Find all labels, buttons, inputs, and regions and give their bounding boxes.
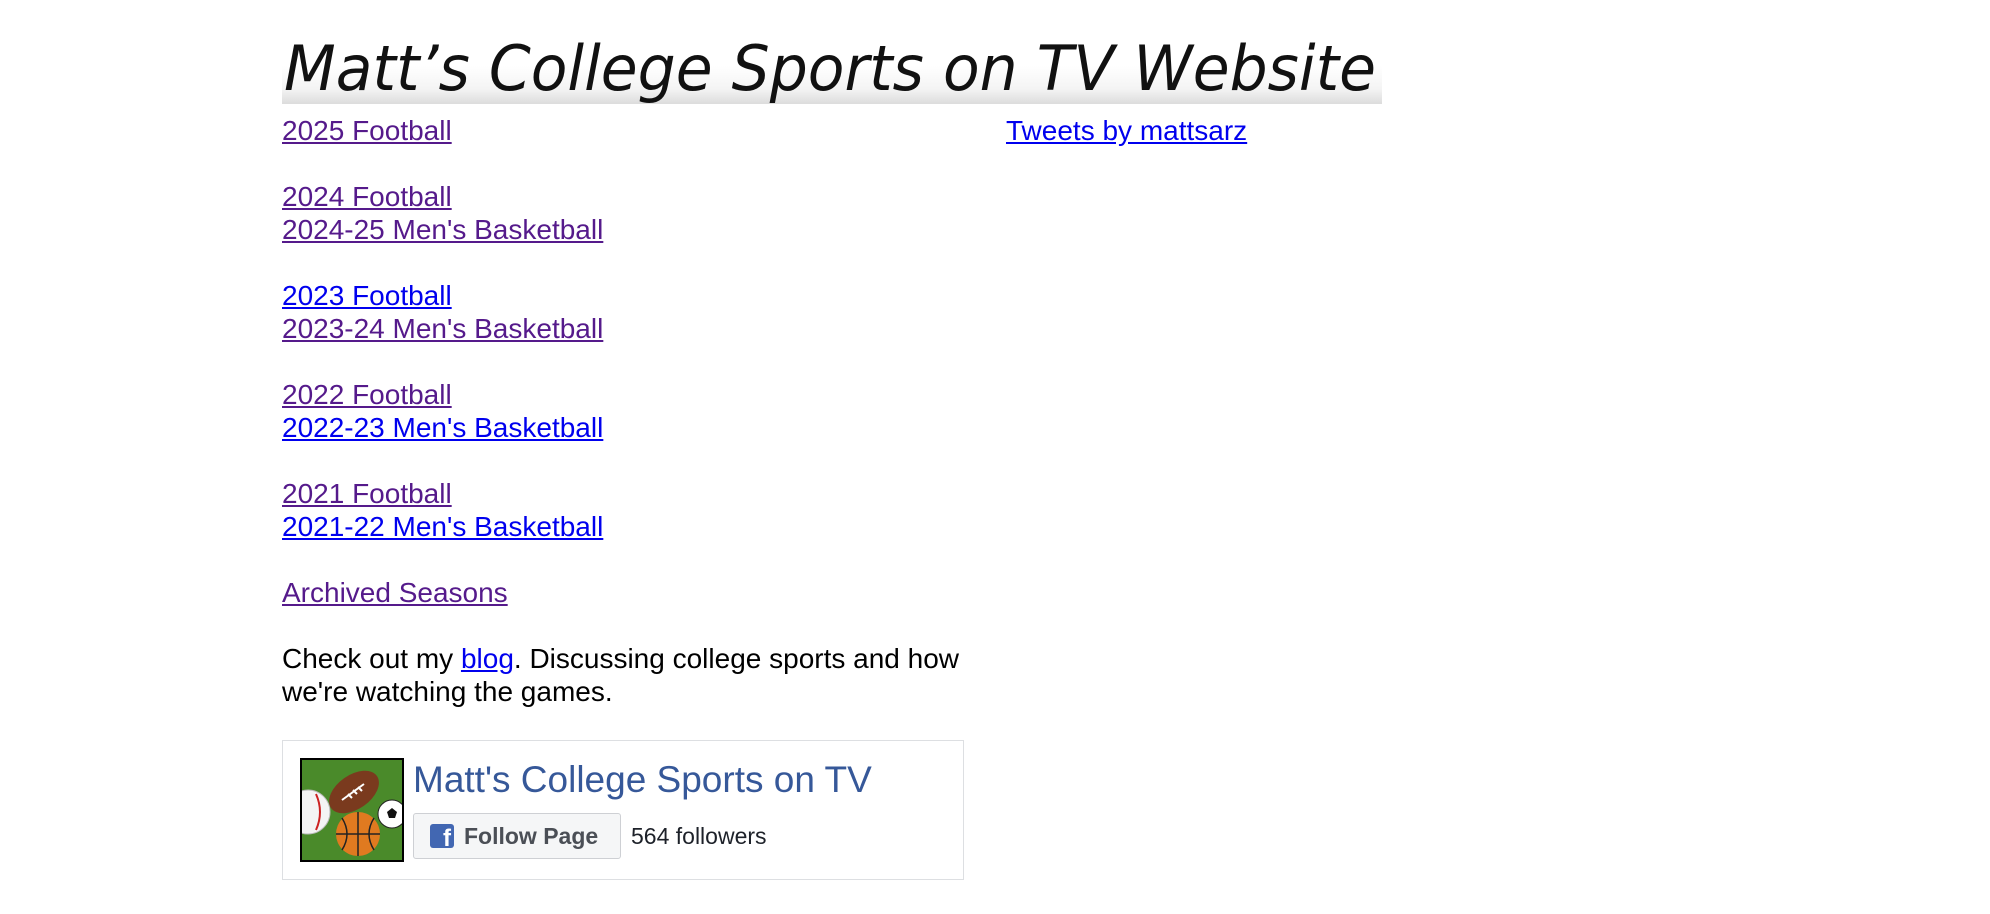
right-column: Tweets by mattsarz — [1006, 114, 1247, 147]
site-banner-logo: Matt’s College Sports on TV Website — [282, 32, 1382, 104]
season-link[interactable]: 2021 Football — [282, 477, 452, 510]
nav-group: 2023 Football 2023-24 Men's Basketball — [282, 279, 962, 345]
season-link[interactable]: 2022-23 Men's Basketball — [282, 411, 603, 444]
facebook-page-name[interactable]: Matt's College Sports on TV — [413, 759, 872, 801]
site-title: Matt’s College Sports on TV Website — [284, 32, 1376, 104]
follow-page-label: Follow Page — [464, 822, 599, 849]
season-link[interactable]: 2022 Football — [282, 378, 452, 411]
season-link[interactable]: 2024 Football — [282, 180, 452, 213]
follow-page-button[interactable]: f Follow Page — [413, 813, 621, 859]
site-banner: Matt’s College Sports on TV Website — [282, 26, 1382, 104]
nav-group: Archived Seasons — [282, 576, 962, 609]
season-link[interactable]: Archived Seasons — [282, 576, 508, 609]
twitter-timeline-link[interactable]: Tweets by mattsarz — [1006, 115, 1247, 146]
nav-group: 2025 Football — [282, 114, 962, 147]
season-link[interactable]: 2023 Football — [282, 279, 452, 312]
blog-blurb: Check out my blog. Discussing college sp… — [282, 642, 972, 708]
sports-balls-icon[interactable] — [300, 758, 404, 862]
nav-group: 2024 Football 2024-25 Men's Basketball — [282, 180, 962, 246]
season-nav: 2025 Football 2024 Football 2024-25 Men's … — [282, 114, 962, 609]
nav-group: 2022 Football 2022-23 Men's Basketball — [282, 378, 962, 444]
facebook-icon: f — [430, 824, 454, 851]
followers-count: 564 followers — [631, 823, 767, 849]
season-link[interactable]: 2023-24 Men's Basketball — [282, 312, 603, 345]
nav-group: 2021 Football 2021-22 Men's Basketball — [282, 477, 962, 543]
season-link[interactable]: 2024-25 Men's Basketball — [282, 213, 603, 246]
facebook-page-widget: Matt's College Sports on TV f Follow Pag… — [282, 740, 964, 880]
blog-prefix: Check out my — [282, 643, 461, 674]
season-link[interactable]: 2025 Football — [282, 114, 452, 147]
left-column: 2025 Football 2024 Football 2024-25 Men's … — [282, 114, 962, 708]
season-link[interactable]: 2021-22 Men's Basketball — [282, 510, 603, 543]
blog-link[interactable]: blog — [461, 643, 514, 674]
